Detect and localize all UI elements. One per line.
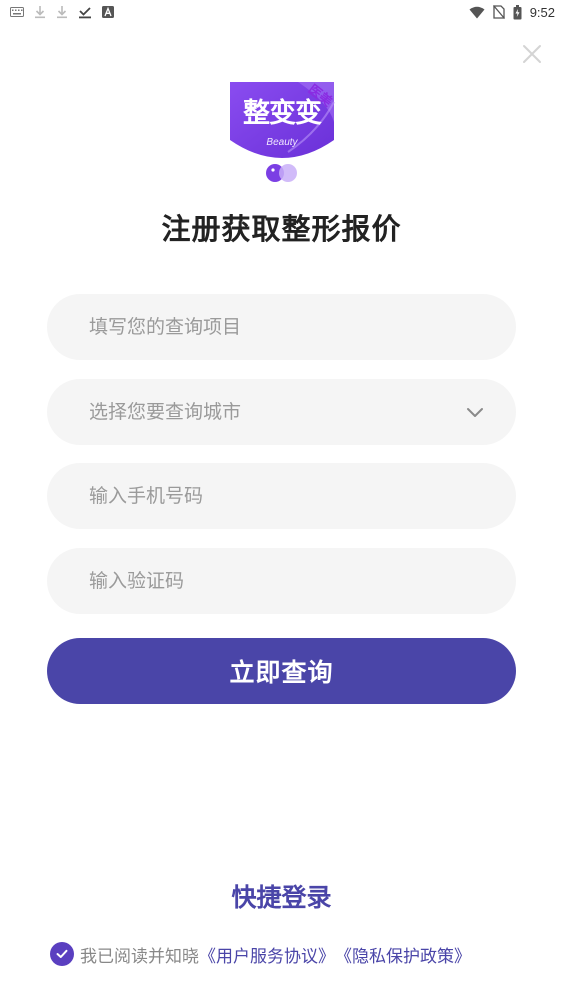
user-agreement-link[interactable]: 《用户服务协议》 xyxy=(199,942,335,967)
verification-code-input[interactable] xyxy=(89,548,469,614)
download-done-icon xyxy=(79,7,91,19)
submit-query-button[interactable]: 立即查询 xyxy=(47,638,516,704)
no-sim-icon xyxy=(492,5,505,19)
status-notifications xyxy=(10,4,114,20)
download-icon xyxy=(35,6,45,19)
status-bar: 9:52 xyxy=(0,0,563,24)
status-time: 9:52 xyxy=(529,4,555,20)
agreement-checkbox[interactable] xyxy=(50,942,74,966)
page-title: 注册获取整形报价 xyxy=(161,212,402,246)
agreement-row: 我已阅读并知晓 《用户服务协议》 《隐私保护政策》 xyxy=(50,940,540,968)
app-a-icon xyxy=(102,6,114,18)
project-field xyxy=(47,294,516,360)
wifi-icon xyxy=(469,6,485,18)
code-field xyxy=(47,548,516,614)
status-system: 9:52 xyxy=(469,3,555,21)
chevron-down-icon xyxy=(467,408,483,417)
app-logo: 整变变 Beauty 医美 xyxy=(228,82,336,190)
phone-input[interactable] xyxy=(89,463,469,529)
agreement-text: 我已阅读并知晓 xyxy=(80,946,199,967)
quick-login-link[interactable]: 快捷登录 xyxy=(0,878,563,914)
logo-dots-icon xyxy=(266,164,297,182)
privacy-policy-link[interactable]: 《隐私保护政策》 xyxy=(335,942,471,967)
keyboard-icon xyxy=(10,7,24,17)
project-input[interactable] xyxy=(89,294,469,360)
close-icon xyxy=(523,45,541,63)
city-select[interactable]: 选择您要查询城市 xyxy=(47,379,516,445)
close-button[interactable] xyxy=(521,43,543,65)
logo-subtitle: Beauty xyxy=(266,137,298,148)
phone-field xyxy=(47,463,516,529)
download-icon xyxy=(57,6,67,19)
battery-icon xyxy=(513,4,522,19)
check-icon xyxy=(56,949,68,958)
city-select-label: 选择您要查询城市 xyxy=(89,401,242,423)
